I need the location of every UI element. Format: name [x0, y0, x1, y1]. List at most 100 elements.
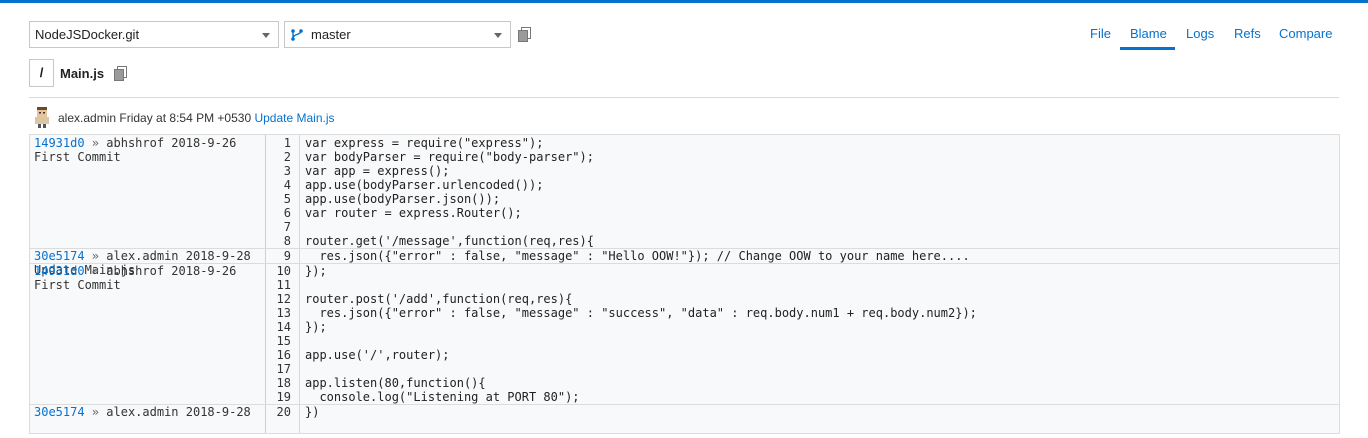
- commit-author: abhshrof: [106, 264, 172, 278]
- commit-author: alex.admin: [106, 405, 186, 419]
- code-line: 6 var router = express.Router();: [266, 206, 1339, 220]
- line-code: app.use(bodyParser.json());: [305, 192, 501, 206]
- copy-path-icon[interactable]: [114, 66, 127, 81]
- code-line: 16 app.use('/',router);: [266, 348, 1339, 362]
- line-number: 7: [283, 220, 291, 234]
- code-line: 10});: [266, 264, 1339, 278]
- commit-message: First Commit: [34, 150, 121, 164]
- line-number: 13: [276, 306, 291, 320]
- line-code: var app = express();: [305, 164, 450, 178]
- copy-icon[interactable]: [518, 27, 531, 42]
- commit-date: 2018-9-26: [171, 264, 237, 278]
- code-line: 1 var express = require("express");: [266, 136, 1339, 150]
- line-number: 11: [276, 278, 291, 292]
- tab-logs[interactable]: Logs: [1186, 26, 1214, 41]
- line-number: 19: [276, 390, 291, 404]
- line-number: 5: [283, 192, 291, 206]
- chevron-down-icon: [494, 33, 502, 38]
- line-number: 2: [283, 150, 291, 164]
- line-code: console.log("Listening at PORT 80");: [305, 390, 580, 404]
- blame-group: 14931d0 » abhshrof 2018-9-26 First Commi…: [30, 135, 1339, 249]
- active-tab-indicator: [1120, 47, 1175, 50]
- last-commit-info: alex.admin Friday at 8:54 PM +0530 Updat…: [58, 111, 335, 125]
- line-number: 15: [276, 334, 291, 348]
- avatar: [35, 107, 49, 128]
- branch-select-value: master: [311, 27, 351, 42]
- commit-arrow: »: [84, 249, 107, 263]
- code-line: 12 router.post('/add',function(req,res){: [266, 292, 1339, 306]
- tab-refs[interactable]: Refs: [1234, 26, 1261, 41]
- line-number: 3: [283, 164, 291, 178]
- commit-author: alex.admin: [106, 249, 186, 263]
- code-line: 9 res.json({"error" : false, "message" :…: [266, 249, 1339, 263]
- line-number: 16: [276, 348, 291, 362]
- commit-time: Friday at 8:54 PM +0530: [119, 111, 252, 125]
- line-number: 1: [283, 136, 291, 150]
- line-number: 17: [276, 362, 291, 376]
- code-line: 17: [266, 362, 1339, 376]
- chevron-down-icon: [262, 33, 270, 38]
- code-line: 7: [266, 220, 1339, 234]
- file-name: Main.js: [60, 66, 105, 81]
- line-number: 8: [283, 234, 291, 248]
- line-code: app.use('/',router);: [305, 348, 450, 362]
- code-line: 14});: [266, 320, 1339, 334]
- code-line: 13 res.json({"error" : false, "message" …: [266, 306, 1339, 320]
- line-code: res.json({"error" : false, "message" : "…: [305, 306, 977, 320]
- line-code: var router = express.Router();: [305, 206, 522, 220]
- commit-hash-link[interactable]: 30e5174: [34, 249, 85, 263]
- line-number: 10: [276, 264, 291, 278]
- line-number: 4: [283, 178, 291, 192]
- divider: [29, 97, 1339, 98]
- line-code: var bodyParser = require("body-parser");: [305, 150, 594, 164]
- tab-file[interactable]: File: [1090, 26, 1111, 41]
- line-code: });: [305, 320, 327, 334]
- line-number: 14: [276, 320, 291, 334]
- blame-view: 14931d0 » abhshrof 2018-9-26 First Commi…: [29, 134, 1340, 434]
- commit-hash-link[interactable]: 14931d0: [34, 136, 85, 150]
- commit-message-link[interactable]: Update Main.js: [254, 111, 334, 125]
- code-line: 11: [266, 278, 1339, 292]
- line-code: }): [305, 405, 320, 419]
- commit-date: 2018-9-26: [171, 136, 237, 150]
- code-line: 5 app.use(bodyParser.json());: [266, 192, 1339, 206]
- commit-date: 2018-9-28: [185, 249, 251, 263]
- commit-arrow: »: [84, 264, 107, 278]
- commit-date: 2018-9-28: [185, 405, 251, 419]
- commit-hash-link[interactable]: 30e5174: [34, 405, 85, 419]
- line-code: router.get('/message',function(req,res){: [305, 234, 594, 248]
- blame-group: 14931d0 » abhshrof 2018-9-26 First Commi…: [30, 263, 1339, 405]
- branch-select[interactable]: master: [284, 21, 511, 48]
- blame-commit-info: 30e5174 » alex.admin 2018-9-28: [34, 405, 251, 419]
- repository-select-value: NodeJSDocker.git: [35, 27, 140, 42]
- line-number: 20: [276, 405, 291, 419]
- code-line: 3 var app = express();: [266, 164, 1339, 178]
- code-line: 2 var bodyParser = require("body-parser")…: [266, 150, 1339, 164]
- repository-select[interactable]: NodeJSDocker.git: [29, 21, 279, 48]
- blame-group: 30e5174 » alex.admin 2018-9-28 Update Ma…: [30, 248, 1339, 277]
- line-number: 18: [276, 376, 291, 390]
- tab-compare[interactable]: Compare: [1279, 26, 1332, 41]
- line-number: 6: [283, 206, 291, 220]
- breadcrumb-root[interactable]: /: [29, 59, 54, 87]
- commit-arrow: »: [84, 405, 107, 419]
- blame-group: 30e5174 » alex.admin 2018-9-28 20}): [30, 404, 1339, 419]
- code-line: 8 router.get('/message',function(req,res)…: [266, 234, 1339, 248]
- commit-author: abhshrof: [106, 136, 172, 150]
- line-code: app.use(bodyParser.urlencoded());: [305, 178, 544, 192]
- blame-commit-info: 14931d0 » abhshrof 2018-9-26 First Commi…: [34, 264, 236, 292]
- blame-commit-info: 14931d0 » abhshrof 2018-9-26 First Commi…: [34, 136, 236, 164]
- commit-author: alex.admin: [58, 111, 117, 125]
- code-line: 19 console.log("Listening at PORT 80");: [266, 390, 1339, 404]
- tab-blame[interactable]: Blame: [1130, 26, 1167, 41]
- line-code: res.json({"error" : false, "message" : "…: [305, 249, 970, 263]
- code-line: 20}): [266, 405, 1339, 419]
- line-number: 12: [276, 292, 291, 306]
- commit-arrow: »: [84, 136, 107, 150]
- code-line: 18 app.listen(80,function(){: [266, 376, 1339, 390]
- code-line: 4 app.use(bodyParser.urlencoded());: [266, 178, 1339, 192]
- top-accent-bar: [0, 0, 1368, 3]
- line-number: 9: [283, 249, 291, 263]
- commit-hash-link[interactable]: 14931d0: [34, 264, 85, 278]
- commit-message: First Commit: [34, 278, 121, 292]
